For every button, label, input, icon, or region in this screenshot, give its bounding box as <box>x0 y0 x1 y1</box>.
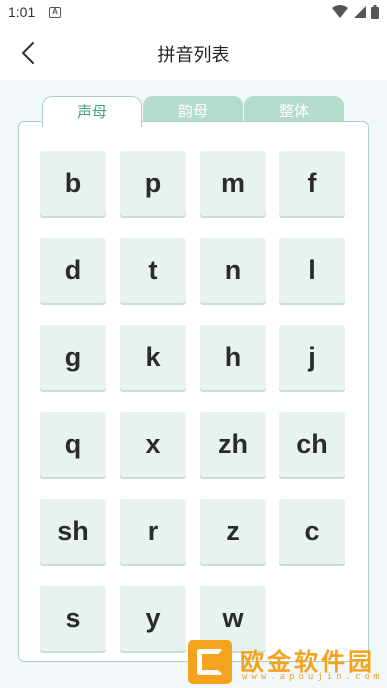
status-time: 1:01 <box>8 4 36 20</box>
pinyin-key[interactable]: ch <box>279 412 345 477</box>
battery-icon <box>371 5 379 19</box>
status-icons <box>332 5 379 19</box>
pinyin-key[interactable]: g <box>40 325 106 390</box>
pinyin-key[interactable]: j <box>279 325 345 390</box>
pinyin-key[interactable]: q <box>40 412 106 477</box>
wifi-icon <box>332 5 348 18</box>
pinyin-key[interactable]: n <box>200 238 266 303</box>
pinyin-key[interactable]: r <box>120 499 186 564</box>
pinyin-key[interactable]: z <box>200 499 266 564</box>
watermark: 欧金软件园 www.apoujin.com <box>186 638 387 688</box>
watermark-logo-icon <box>188 640 232 684</box>
pinyin-key[interactable]: l <box>279 238 345 303</box>
pinyin-key[interactable]: d <box>40 238 106 303</box>
pinyin-key[interactable]: c <box>279 499 345 564</box>
watermark-url: www.apoujin.com <box>242 672 384 682</box>
page-title: 拼音列表 <box>157 45 230 66</box>
pinyin-key[interactable]: x <box>120 412 186 477</box>
cellular-signal-icon <box>354 6 366 18</box>
pinyin-key[interactable]: t <box>120 238 186 303</box>
pinyin-key[interactable]: h <box>200 325 266 390</box>
status-bar: 1:01 A <box>0 0 387 26</box>
pinyin-key[interactable]: m <box>200 151 266 216</box>
tab-shengmu[interactable]: 声母 <box>42 96 142 127</box>
pinyin-key[interactable]: sh <box>40 499 106 564</box>
app-header: 拼音列表 <box>0 26 387 80</box>
pinyin-key[interactable]: b <box>40 151 106 216</box>
pinyin-key[interactable]: zh <box>200 412 266 477</box>
pinyin-key[interactable]: y <box>120 586 186 651</box>
pinyin-key[interactable]: f <box>279 151 345 216</box>
pinyin-key[interactable]: s <box>40 586 106 651</box>
pinyin-key[interactable]: k <box>120 325 186 390</box>
notification-icon: A <box>49 7 61 18</box>
pinyin-key[interactable]: p <box>120 151 186 216</box>
